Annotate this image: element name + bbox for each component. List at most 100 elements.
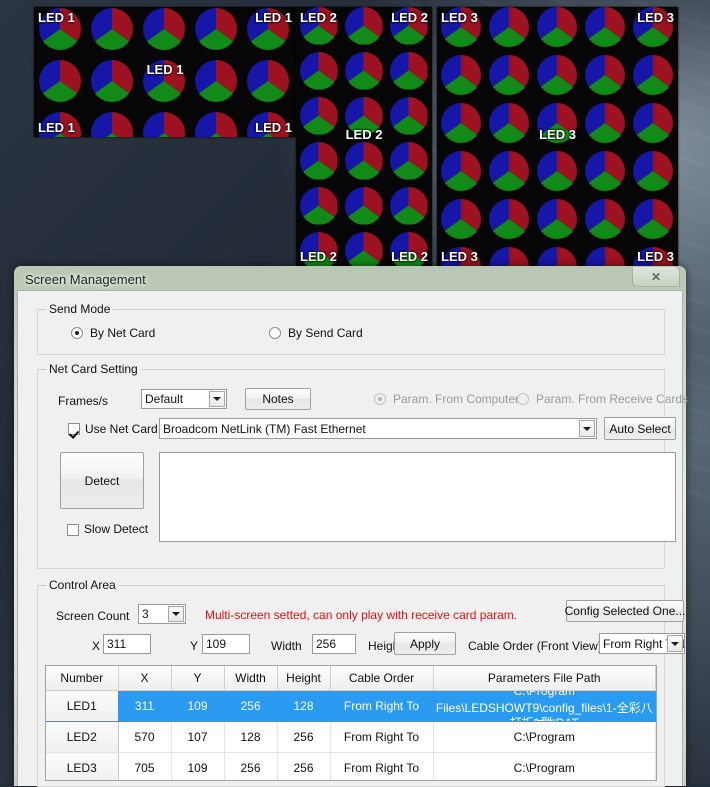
rgb-led-pixel-icon xyxy=(441,199,481,239)
slow-detect-label: Slow Detect xyxy=(84,522,149,536)
detect-button[interactable]: Detect xyxy=(60,452,144,509)
table-body[interactable]: LED1 311 109 256 128 From Right To C:\Program F… xyxy=(46,690,656,780)
table-cell[interactable]: 109 xyxy=(171,752,225,780)
radio-by-send-card-label: By Send Card xyxy=(288,326,363,340)
chevron-down-icon[interactable] xyxy=(667,635,683,652)
led-screen-2: LED 2 LED 2 LED 2 LED 2 LED 2 xyxy=(296,7,432,266)
net-card-setting-group-label: Net Card Setting xyxy=(46,362,141,376)
rgb-led-pixel-icon xyxy=(489,247,529,266)
rgb-led-pixel-icon xyxy=(299,186,338,225)
rgb-led-pixel-icon xyxy=(489,7,529,47)
led-screen-label: LED 1 xyxy=(146,62,184,77)
table-column-header[interactable]: Number xyxy=(46,666,119,691)
frames-per-second-select[interactable]: Default xyxy=(141,389,227,409)
table-cell-parameters-file-path[interactable]: C:\Program xyxy=(433,721,656,753)
rgb-led-pixel-icon xyxy=(585,7,625,47)
table-header-row: Number X Y Width Height Cable Order Parameters… xyxy=(46,666,656,691)
table-row[interactable]: LED1 311 109 256 128 From Right To C:\Program F… xyxy=(46,690,656,722)
table-cell[interactable]: LED2 xyxy=(46,721,119,753)
y-input[interactable]: 109 xyxy=(202,634,250,654)
net-card-setting-group: Net Card Setting Frames/s Default Notes … xyxy=(37,362,688,569)
led-screen-label: LED 2 xyxy=(300,249,337,264)
table-cell[interactable]: 311 xyxy=(118,690,172,722)
led-screen-label: LED 3 xyxy=(539,126,576,142)
rgb-led-pixel-icon xyxy=(585,55,625,95)
path-line: C:\Program xyxy=(513,691,575,698)
table-cell[interactable]: 256 xyxy=(277,721,331,753)
rgb-led-pixel-icon xyxy=(537,247,577,266)
auto-select-button[interactable]: Auto Select xyxy=(604,417,676,440)
rgb-led-pixel-icon xyxy=(489,151,529,191)
parameters-file-path-text: C:\Program xyxy=(434,722,656,752)
path-line: C:\Program xyxy=(513,730,575,744)
radio-by-net-card[interactable] xyxy=(71,327,83,339)
table-column-header[interactable]: X xyxy=(118,666,172,691)
width-input[interactable]: 256 xyxy=(312,634,356,654)
table-cell[interactable]: 256 xyxy=(224,690,278,722)
led-screen-label: LED 2 xyxy=(391,10,428,25)
screen-parameter-table[interactable]: Number X Y Width Height Cable Order Parameters… xyxy=(45,665,657,781)
net-card-adapter-select[interactable]: Broadcom NetLink (TM) Fast Ethernet xyxy=(159,418,597,439)
table-row[interactable]: LED3 705 109 256 256 From Right To C:\Program xyxy=(46,752,656,780)
led-screen-label: LED 1 xyxy=(38,120,75,135)
table-column-header[interactable]: Y xyxy=(171,666,225,691)
table-cell[interactable]: 570 xyxy=(118,721,172,753)
led-screen-label: LED 1 xyxy=(255,10,292,25)
close-icon[interactable]: ✕ xyxy=(632,267,680,287)
table-cell-parameters-file-path[interactable]: C:\Program xyxy=(433,752,656,780)
rgb-led-pixel-icon xyxy=(633,103,673,143)
rgb-led-pixel-icon xyxy=(441,151,481,191)
frames-per-second-value: Default xyxy=(145,392,184,406)
table-cell[interactable]: 256 xyxy=(224,752,278,780)
x-input[interactable]: 311 xyxy=(103,634,151,654)
led-screen-label: LED 1 xyxy=(255,120,292,135)
slow-detect-checkbox[interactable] xyxy=(67,524,79,536)
rgb-led-pixel-icon xyxy=(195,112,237,137)
screen-count-value: 3 xyxy=(142,607,149,621)
chevron-down-icon[interactable] xyxy=(168,606,184,622)
table-column-header[interactable]: Height xyxy=(277,666,331,691)
config-selected-one-button[interactable]: Config Selected One... xyxy=(565,600,685,622)
radio-by-net-card-label: By Net Card xyxy=(90,326,156,340)
table-cell[interactable]: LED3 xyxy=(46,752,119,780)
table-cell[interactable]: LED1 xyxy=(46,690,119,722)
detect-log-listbox[interactable] xyxy=(159,452,676,542)
table-cell-cable-order[interactable]: From Right To xyxy=(330,752,434,780)
table-cell-parameters-file-path[interactable]: C:\Program Files\LEDSHOWT9\config_files\1… xyxy=(433,690,656,722)
table-cell[interactable]: 107 xyxy=(171,721,225,753)
rgb-led-pixel-icon xyxy=(39,60,81,102)
table-column-header[interactable]: Parameters File Path xyxy=(433,666,656,691)
cable-order-label: Cable Order (Front View) xyxy=(468,639,602,653)
rgb-led-pixel-icon xyxy=(633,55,673,95)
table-cell[interactable]: 109 xyxy=(171,690,225,722)
table-cell-cable-order[interactable]: From Right To xyxy=(330,690,434,722)
led-screen-label: LED 2 xyxy=(391,249,428,264)
send-mode-group: Send Mode By Net Card By Send Card xyxy=(37,302,665,355)
rgb-led-pixel-icon xyxy=(91,60,133,102)
chevron-down-icon[interactable] xyxy=(579,420,595,437)
rgb-led-pixel-icon xyxy=(633,151,673,191)
screen-count-select[interactable]: 3 xyxy=(138,604,186,624)
table-row[interactable]: LED2 570 107 128 256 From Right To C:\Program xyxy=(46,721,656,753)
radio-by-send-card[interactable] xyxy=(269,327,281,339)
table-cell-cable-order[interactable]: From Right To xyxy=(330,721,434,753)
table-cell[interactable]: 256 xyxy=(277,752,331,780)
led-screen-label: LED 2 xyxy=(300,10,337,25)
path-line: 打折1型.DAT xyxy=(434,714,656,721)
notes-button[interactable]: Notes xyxy=(245,388,311,410)
cable-order-select[interactable]: From Right To Le xyxy=(599,633,685,654)
table-column-header[interactable]: Width xyxy=(224,666,278,691)
chevron-down-icon[interactable] xyxy=(209,391,225,407)
radio-param-from-receive-cards-label: Param. From Receive Cards xyxy=(536,392,689,406)
rgb-led-pixel-icon xyxy=(299,141,338,180)
use-net-card-checkbox[interactable] xyxy=(68,423,80,435)
led-screen-label: LED 1 xyxy=(38,10,75,25)
table-cell[interactable]: 705 xyxy=(118,752,172,780)
rgb-led-pixel-icon xyxy=(247,60,289,102)
rgb-led-pixel-icon xyxy=(585,103,625,143)
table-column-header[interactable]: Cable Order xyxy=(330,666,434,691)
use-net-card-label: Use Net Card xyxy=(85,422,158,436)
table-cell[interactable]: 128 xyxy=(277,690,331,722)
table-cell[interactable]: 128 xyxy=(224,721,278,753)
apply-button[interactable]: Apply xyxy=(394,632,456,655)
